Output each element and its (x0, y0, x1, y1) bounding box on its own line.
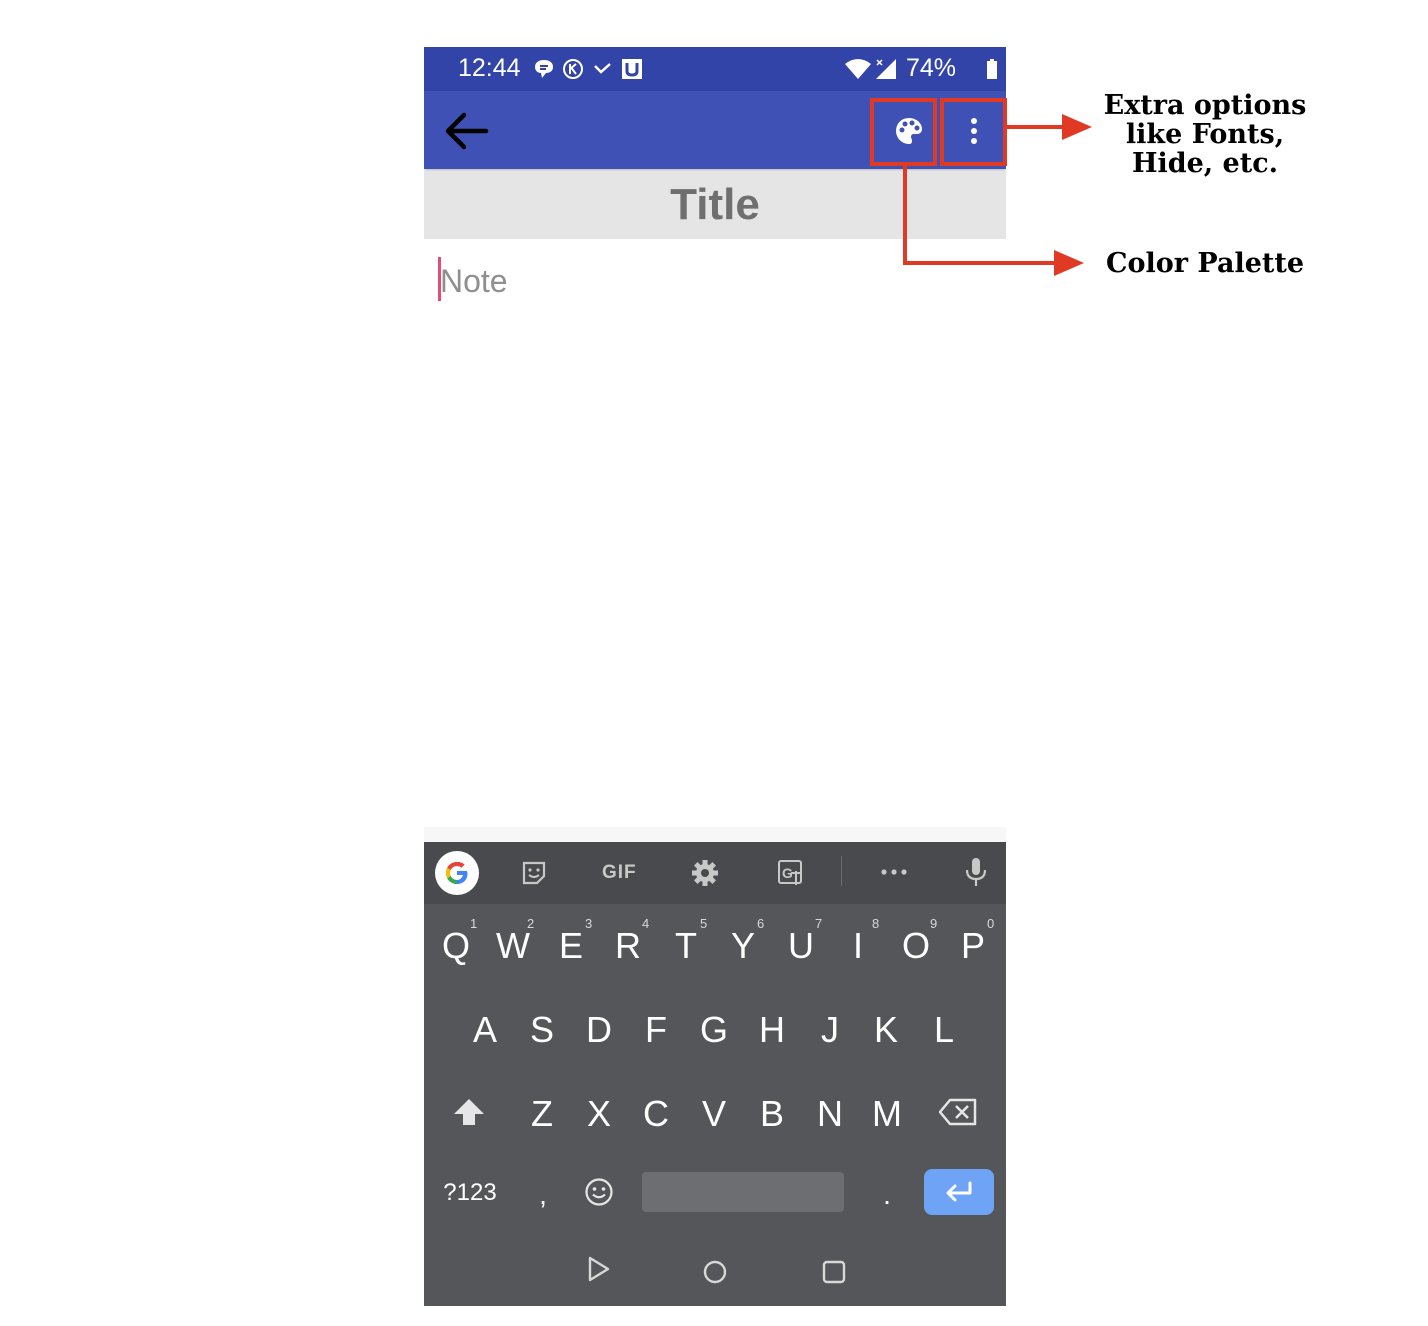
arrow-left-icon[interactable] (442, 111, 490, 151)
enter-key[interactable] (924, 1169, 994, 1215)
key-hint: 7 (815, 916, 823, 931)
title-input[interactable]: Title (424, 171, 1006, 239)
key-d[interactable]: D (581, 1009, 617, 1051)
key-q[interactable]: Q (438, 925, 474, 967)
palette-arrow-vertical (903, 166, 907, 265)
key-h[interactable]: H (754, 1009, 790, 1051)
symbols-key[interactable]: ?123 (438, 1179, 502, 1207)
home-nav-icon[interactable] (702, 1259, 728, 1285)
more-horizontal-icon[interactable] (880, 866, 908, 878)
key-e[interactable]: E (553, 925, 589, 967)
key-hint: 2 (527, 916, 535, 931)
key-j[interactable]: J (812, 1009, 848, 1051)
key-o[interactable]: O (898, 925, 934, 967)
key-hint: 9 (930, 916, 938, 931)
key-f[interactable]: F (638, 1009, 674, 1051)
status-time: 12:44 (458, 54, 521, 82)
key-n[interactable]: N (812, 1093, 848, 1135)
wifi-icon (845, 59, 871, 79)
more-options-arrowhead (1062, 114, 1092, 140)
battery-icon (987, 59, 997, 79)
backspace-icon[interactable] (938, 1097, 978, 1127)
key-hint: 4 (642, 916, 650, 931)
key-k[interactable]: K (868, 1009, 904, 1051)
emoji-icon[interactable] (584, 1177, 614, 1207)
key-b[interactable]: B (754, 1093, 790, 1135)
keyboard-toolbar: GIF G (424, 842, 1006, 904)
shift-icon[interactable] (452, 1097, 486, 1127)
key-x[interactable]: X (581, 1093, 617, 1135)
key-c[interactable]: C (638, 1093, 674, 1135)
comma-key[interactable]: , (530, 1179, 556, 1211)
title-placeholder: Title (670, 180, 760, 229)
key-hint: 6 (757, 916, 765, 931)
key-hint: 3 (585, 916, 593, 931)
key-r[interactable]: R (610, 925, 646, 967)
key-a[interactable]: A (467, 1009, 503, 1051)
battery-percentage: 74% (906, 54, 957, 82)
key-g[interactable]: G (696, 1009, 732, 1051)
key-v[interactable]: V (696, 1093, 732, 1135)
translate-icon[interactable]: G (777, 859, 805, 887)
key-i[interactable]: I (840, 925, 876, 967)
space-key[interactable] (642, 1172, 844, 1212)
period-key[interactable]: . (874, 1179, 900, 1211)
more-options-annotation: Extra options like Fonts, Hide, etc. (1103, 90, 1307, 179)
key-y[interactable]: Y (725, 925, 761, 967)
enter-icon (946, 1181, 972, 1202)
palette-arrow-horizontal (903, 261, 1055, 265)
phone-screen: 12:44 74% Title Note GIF G Q W E R T Y U… (424, 47, 1006, 1306)
microphone-icon[interactable] (964, 856, 988, 888)
note-placeholder: Note (440, 263, 508, 299)
palette-arrowhead (1054, 250, 1084, 276)
status-bar: 12:44 74% (424, 47, 1006, 91)
google-icon[interactable] (434, 850, 480, 896)
back-nav-icon[interactable] (586, 1255, 612, 1283)
key-t[interactable]: T (668, 925, 704, 967)
gif-button[interactable]: GIF (602, 862, 637, 884)
signal-icon (876, 59, 896, 79)
key-hint: 0 (987, 916, 995, 931)
u-box-icon (622, 59, 642, 79)
sticker-icon[interactable] (521, 860, 547, 886)
more-options-highlight-box (940, 98, 1007, 166)
keyboard-divider (424, 827, 1006, 842)
key-z[interactable]: Z (524, 1093, 560, 1135)
palette-annotation: Color Palette (1105, 248, 1305, 279)
key-w[interactable]: W (495, 925, 531, 967)
missed-call-icon (594, 63, 611, 74)
more-options-arrow-line (1007, 125, 1065, 129)
chat-bubble-icon (535, 60, 553, 78)
k-circle-icon (563, 59, 583, 79)
key-hint: 1 (470, 916, 478, 931)
toolbar-divider (841, 856, 842, 886)
key-u[interactable]: U (783, 925, 819, 967)
recents-nav-icon[interactable] (821, 1259, 847, 1285)
palette-highlight-box (870, 98, 937, 166)
key-l[interactable]: L (926, 1009, 962, 1051)
key-p[interactable]: P (955, 925, 991, 967)
key-s[interactable]: S (524, 1009, 560, 1051)
key-m[interactable]: M (869, 1093, 905, 1135)
key-hint: 8 (872, 916, 880, 931)
settings-icon[interactable] (691, 859, 719, 887)
key-hint: 5 (700, 916, 708, 931)
